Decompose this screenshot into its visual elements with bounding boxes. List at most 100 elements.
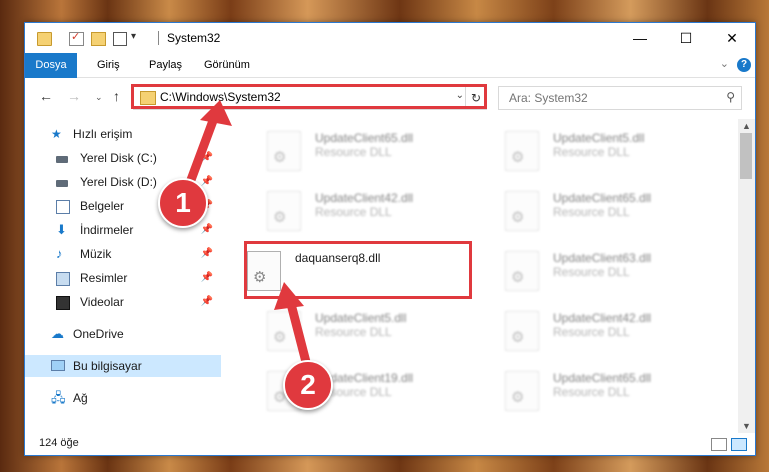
back-button[interactable]: ←: [39, 88, 53, 104]
drive-icon: [56, 180, 68, 187]
file-name: UpdateClient42.dll: [315, 191, 414, 205]
search-icon[interactable]: ⚲: [726, 90, 735, 104]
pictures-icon: [56, 272, 70, 286]
sidebar-item-videos[interactable]: Videolar 📌: [25, 291, 221, 313]
address-bar[interactable]: C:\Windows\System32 ⌄ ↻: [133, 86, 487, 110]
status-bar: 124 öğe: [25, 433, 755, 455]
scrollbar-thumb[interactable]: [740, 133, 752, 179]
sidebar-item-label: Yerel Disk (C:): [80, 151, 157, 165]
customize-toolbar-dropdown[interactable]: ▾: [131, 31, 136, 42]
dll-file-icon: [267, 131, 301, 171]
file-item[interactable]: UpdateClient65.dll Resource DLL: [483, 183, 715, 239]
download-icon: ⬇: [56, 222, 67, 237]
sidebar-item-this-pc[interactable]: Bu bilgisayar: [25, 355, 221, 377]
vertical-scrollbar[interactable]: ▲ ▼: [738, 119, 755, 433]
file-description: Resource DLL: [553, 385, 630, 399]
dll-file-icon: [267, 311, 301, 351]
music-icon: ♪: [56, 246, 63, 261]
cloud-icon: ☁: [51, 326, 64, 341]
sidebar-item-label: Yerel Disk (D:): [80, 175, 157, 189]
new-folder-icon[interactable]: [91, 32, 106, 46]
navigation-bar: ← → ⌄ ↑ C:\Windows\System32 ⌄ ↻ ⚲: [25, 78, 755, 118]
file-description: Resource DLL: [315, 325, 392, 339]
file-item[interactable]: UpdateClient65.dll Resource DLL: [483, 363, 715, 419]
dll-file-icon: [505, 311, 539, 351]
sidebar-item-label: OneDrive: [73, 327, 124, 341]
file-item[interactable]: UpdateClient5.dll Resource DLL: [245, 303, 477, 359]
close-button[interactable]: ✕: [709, 23, 755, 53]
file-name: UpdateClient5.dll: [553, 131, 645, 145]
properties-check-icon[interactable]: [69, 30, 84, 46]
star-icon: ★: [51, 127, 62, 141]
file-description: Resource DLL: [315, 145, 392, 159]
computer-icon: [51, 360, 65, 371]
address-path[interactable]: C:\Windows\System32: [160, 90, 281, 104]
file-item[interactable]: UpdateClient63.dll Resource DLL: [483, 243, 715, 299]
file-name: UpdateClient5.dll: [315, 311, 407, 325]
network-icon: 🖧: [51, 390, 66, 405]
sidebar-item-local-disk-c[interactable]: Yerel Disk (C:) 📌: [25, 147, 221, 169]
navigation-pane: ★ Hızlı erişim Yerel Disk (C:) 📌 Yerel D…: [25, 119, 225, 433]
pin-icon: 📌: [200, 224, 213, 235]
large-icons-view-icon[interactable]: [731, 438, 747, 451]
sidebar-item-label: Bu bilgisayar: [73, 359, 142, 373]
video-icon: [56, 296, 70, 310]
dll-file-icon: [505, 251, 539, 291]
title-bar: ▾ System32 — ☐ ✕: [25, 23, 755, 53]
sidebar-item-onedrive[interactable]: ☁ OneDrive: [25, 323, 221, 345]
file-item[interactable]: UpdateClient42.dll Resource DLL: [483, 303, 715, 359]
tab-home[interactable]: Giriş: [97, 53, 120, 77]
sidebar-item-quick-access[interactable]: ★ Hızlı erişim: [25, 123, 221, 145]
pin-icon: 📌: [200, 152, 213, 163]
sidebar-item-music[interactable]: ♪ Müzik 📌: [25, 243, 221, 265]
file-item[interactable]: UpdateClient19.dll Resource DLL: [245, 363, 477, 419]
file-name: UpdateClient65.dll: [553, 191, 652, 205]
sidebar-item-label: Müzik: [80, 247, 112, 261]
explorer-window: ▾ System32 — ☐ ✕ Dosya Giriş Paylaş Görü…: [24, 22, 756, 456]
sidebar-item-label: Resimler: [80, 271, 128, 285]
quick-access-toolbar-icon[interactable]: [113, 32, 127, 46]
step-1-badge: 1: [158, 178, 208, 228]
details-view-icon[interactable]: [711, 438, 727, 451]
refresh-button[interactable]: ↻: [465, 87, 486, 109]
file-description: Resource DLL: [553, 145, 630, 159]
search-box[interactable]: ⚲: [498, 86, 742, 110]
sidebar-item-label: Hızlı erişim: [73, 127, 133, 141]
file-description: Resource DLL: [315, 205, 392, 219]
minimize-button[interactable]: —: [617, 23, 663, 53]
file-name: UpdateClient42.dll: [553, 311, 652, 325]
folder-icon: [140, 91, 156, 105]
pin-icon: 📌: [200, 248, 213, 259]
file-description: Resource DLL: [553, 265, 630, 279]
file-description: Resource DLL: [553, 205, 630, 219]
recent-locations-button[interactable]: ⌄: [95, 92, 103, 103]
up-button[interactable]: ↑: [113, 88, 120, 104]
window-title: System32: [167, 31, 221, 45]
item-count: 124 öğe: [39, 437, 79, 449]
dll-file-icon: [267, 191, 301, 231]
address-dropdown[interactable]: ⌄: [456, 90, 464, 101]
dll-file-icon: [505, 131, 539, 171]
tab-share[interactable]: Paylaş: [149, 53, 182, 77]
scroll-down-icon[interactable]: ▼: [742, 421, 751, 431]
pin-icon: 📌: [200, 296, 213, 307]
sidebar-item-network[interactable]: 🖧 Ağ: [25, 387, 221, 409]
drive-icon: [56, 156, 68, 163]
file-item[interactable]: UpdateClient42.dll Resource DLL: [245, 183, 477, 239]
forward-button[interactable]: →: [67, 88, 81, 104]
dll-file-icon: [505, 371, 539, 411]
maximize-button[interactable]: ☐: [663, 23, 709, 53]
search-input[interactable]: [507, 90, 711, 106]
file-item[interactable]: UpdateClient5.dll Resource DLL: [483, 123, 715, 179]
help-icon[interactable]: ?: [737, 58, 751, 72]
sidebar-item-label: Ağ: [73, 391, 88, 405]
title-separator: [158, 31, 159, 45]
sidebar-item-pictures[interactable]: Resimler 📌: [25, 267, 221, 289]
folder-icon: [37, 32, 52, 46]
step-2-badge: 2: [283, 360, 333, 410]
scroll-up-icon[interactable]: ▲: [742, 121, 751, 131]
expand-ribbon-icon[interactable]: ⌄: [720, 57, 729, 70]
tab-view[interactable]: Görünüm: [204, 53, 250, 77]
document-icon: [56, 200, 70, 214]
file-item[interactable]: UpdateClient65.dll Resource DLL: [245, 123, 477, 179]
